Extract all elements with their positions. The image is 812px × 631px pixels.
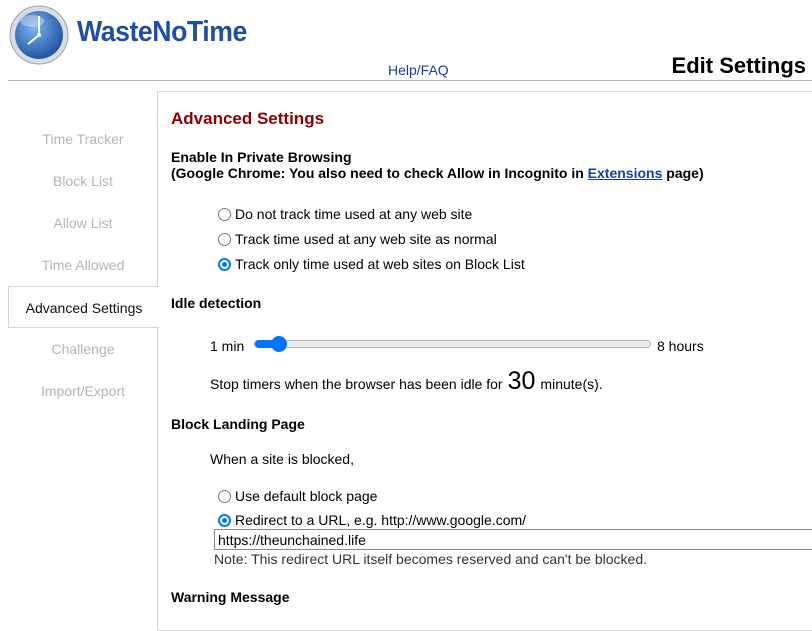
idle-minutes-value: 30 — [507, 367, 536, 395]
private-browsing-note-suffix: page) — [662, 165, 704, 181]
redirect-url-input[interactable] — [214, 529, 812, 550]
redirect-note: Note: This redirect URL itself becomes r… — [214, 551, 647, 567]
idle-summary: Stop timers when the browser has been id… — [210, 367, 603, 396]
private-browsing-heading: Enable In Private Browsing — [171, 149, 352, 165]
sidebar-item-challenge[interactable]: Challenge — [8, 328, 158, 370]
sidebar-item-allow-list[interactable]: Allow List — [8, 202, 158, 244]
sidebar-item-import-export[interactable]: Import/Export — [8, 370, 158, 412]
radio-label: Use default block page — [235, 488, 378, 504]
radio-button[interactable] — [218, 489, 231, 503]
section-title: Advanced Settings — [171, 109, 325, 128]
brand-name: WasteNoTime — [77, 16, 247, 48]
slider-thumb[interactable] — [270, 336, 287, 352]
block-landing-heading: Block Landing Page — [171, 416, 305, 432]
sidebar-item-block-list[interactable]: Block List — [8, 160, 158, 202]
radio-button-selected[interactable] — [218, 513, 231, 527]
sidebar-item-advanced-settings[interactable]: Advanced Settings — [8, 286, 159, 328]
radio-label: Do not track time used at any web site — [235, 206, 473, 222]
slider-min-label: 1 min — [210, 338, 245, 354]
sidebar-item-time-allowed[interactable]: Time Allowed — [8, 244, 158, 286]
idle-slider[interactable] — [254, 336, 651, 352]
app-logo-clock-icon — [8, 4, 70, 66]
sidebar-nav: Time Tracker Block List Allow List Time … — [8, 118, 159, 412]
idle-detection-heading: Idle detection — [171, 295, 262, 311]
radio-option-no-tracking[interactable]: Do not track time used at any web site — [218, 206, 472, 222]
slider-max-label: 8 hours — [657, 338, 704, 354]
extensions-link[interactable]: Extensions — [588, 165, 663, 181]
radio-button-selected[interactable] — [218, 257, 231, 271]
radio-option-track-block-list[interactable]: Track only time used at web sites on Blo… — [218, 256, 525, 272]
radio-label: Track only time used at web sites on Blo… — [235, 256, 525, 272]
radio-option-redirect-url[interactable]: Redirect to a URL, e.g. http://www.googl… — [218, 512, 526, 528]
idle-text-before: Stop timers when the browser has been id… — [210, 376, 503, 392]
radio-label: Track time used at any web site as norma… — [235, 231, 497, 247]
radio-button[interactable] — [218, 232, 231, 246]
block-landing-intro: When a site is blocked, — [210, 451, 354, 467]
radio-option-track-normal[interactable]: Track time used at any web site as norma… — [218, 231, 497, 247]
settings-panel: Advanced Settings Enable In Private Brow… — [157, 91, 812, 631]
page-title: Edit Settings — [671, 53, 806, 78]
header-divider — [8, 80, 812, 81]
radio-option-default-block-page[interactable]: Use default block page — [218, 488, 377, 504]
idle-text-after: minute(s). — [540, 376, 603, 392]
private-browsing-note: (Google Chrome: You also need to check A… — [171, 165, 704, 181]
help-faq-link[interactable]: Help/FAQ — [388, 62, 449, 78]
radio-button[interactable] — [218, 207, 231, 221]
warning-message-heading: Warning Message — [171, 589, 290, 605]
private-browsing-note-prefix: (Google Chrome: You also need to check A… — [171, 165, 588, 181]
radio-label: Redirect to a URL, e.g. http://www.googl… — [235, 512, 527, 528]
sidebar-item-time-tracker[interactable]: Time Tracker — [8, 118, 158, 160]
